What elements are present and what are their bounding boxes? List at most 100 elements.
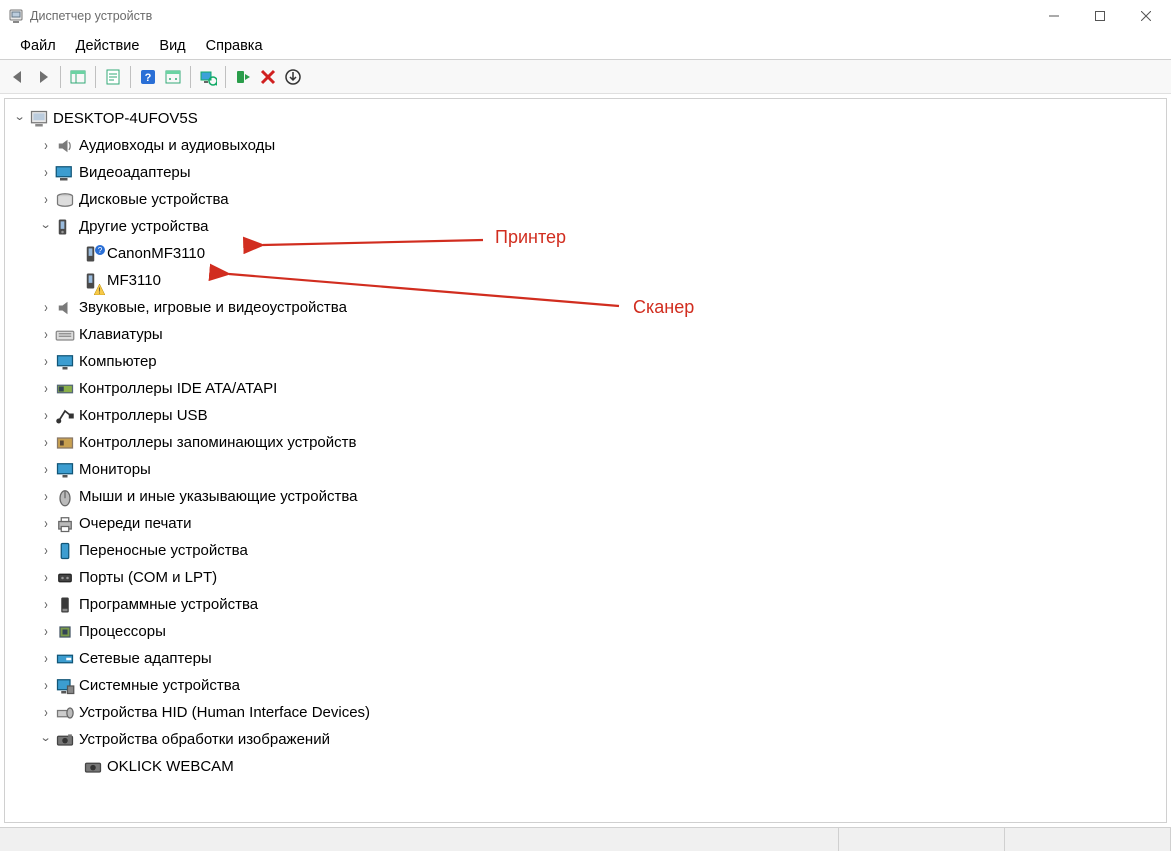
expand-icon[interactable] (37, 164, 55, 182)
tree-node-label: Процессоры (79, 623, 166, 640)
enable-device-button[interactable] (231, 65, 255, 89)
help-button[interactable]: ? (136, 65, 160, 89)
expand-icon[interactable] (37, 353, 55, 371)
tree-device-canonmf3110[interactable]: ? CanonMF3110 (9, 240, 1166, 267)
expand-icon[interactable] (37, 569, 55, 587)
expand-icon[interactable] (37, 191, 55, 209)
expand-icon (65, 245, 83, 263)
tree-node-label: Переносные устройства (79, 542, 248, 559)
expand-icon[interactable] (37, 488, 55, 506)
tree-node-label: Очереди печати (79, 515, 192, 532)
unknown-device-icon: ? (83, 244, 103, 264)
tree-node-label: Устройства HID (Human Interface Devices) (79, 704, 370, 721)
expand-icon[interactable] (37, 380, 55, 398)
tree-device-mf3110[interactable]: ! MF3110 (9, 267, 1166, 294)
speaker-icon (55, 136, 75, 156)
unknown-device-icon: ! (83, 271, 103, 291)
device-tree[interactable]: DESKTOP-4UFOV5S Аудиовходы и аудиовыходы… (4, 98, 1167, 823)
svg-text:?: ? (98, 246, 103, 255)
expand-icon[interactable] (37, 326, 55, 344)
tree-node-label: Мыши и иные указывающие устройства (79, 488, 357, 505)
tree-category-network[interactable]: Сетевые адаптеры (9, 645, 1166, 672)
tree-category-storage[interactable]: Контроллеры запоминающих устройств (9, 429, 1166, 456)
expand-icon[interactable] (37, 677, 55, 695)
tree-node-label: Контроллеры запоминающих устройств (79, 434, 356, 451)
menu-view[interactable]: Вид (149, 35, 195, 57)
expand-icon[interactable] (37, 515, 55, 533)
tree-category-mice[interactable]: Мыши и иные указывающие устройства (9, 483, 1166, 510)
expand-icon[interactable] (37, 218, 55, 236)
back-button[interactable] (6, 65, 30, 89)
tree-category-system[interactable]: Системные устройства (9, 672, 1166, 699)
tree-category-display[interactable]: Видеоадаптеры (9, 159, 1166, 186)
menubar: Файл Действие Вид Справка (0, 32, 1171, 60)
tree-node-label: Сетевые адаптеры (79, 650, 212, 667)
tree-category-software[interactable]: Программные устройства (9, 591, 1166, 618)
annotation-printer-label: Принтер (495, 227, 566, 248)
expand-icon[interactable] (37, 596, 55, 614)
monitor-icon (55, 352, 75, 372)
expand-icon[interactable] (37, 407, 55, 425)
expand-icon[interactable] (37, 461, 55, 479)
webcam-icon (83, 757, 103, 777)
tree-node-label: Программные устройства (79, 596, 258, 613)
imaging-device-icon (55, 730, 75, 750)
computer-icon (29, 109, 49, 129)
mouse-icon (55, 487, 75, 507)
close-button[interactable] (1123, 1, 1169, 31)
forward-button[interactable] (31, 65, 55, 89)
show-hide-tree-button[interactable] (66, 65, 90, 89)
uninstall-device-button[interactable] (256, 65, 280, 89)
expand-icon[interactable] (37, 731, 55, 749)
tree-root-node[interactable]: DESKTOP-4UFOV5S (9, 105, 1166, 132)
expand-icon[interactable] (37, 434, 55, 452)
tree-device-oklick-webcam[interactable]: OKLICK WEBCAM (9, 753, 1166, 780)
tree-category-hid[interactable]: Устройства HID (Human Interface Devices) (9, 699, 1166, 726)
svg-text:!: ! (98, 286, 100, 295)
tree-category-imaging[interactable]: Устройства обработки изображений (9, 726, 1166, 753)
tree-node-label: Видеоадаптеры (79, 164, 191, 181)
tree-category-ports[interactable]: Порты (COM и LPT) (9, 564, 1166, 591)
tree-category-printqueues[interactable]: Очереди печати (9, 510, 1166, 537)
tree-category-other[interactable]: Другие устройства (9, 213, 1166, 240)
expand-icon[interactable] (37, 137, 55, 155)
scan-hardware-button[interactable] (196, 65, 220, 89)
action-console-button[interactable] (161, 65, 185, 89)
tree-category-keyboards[interactable]: Клавиатуры (9, 321, 1166, 348)
tree-category-processors[interactable]: Процессоры (9, 618, 1166, 645)
minimize-button[interactable] (1031, 1, 1077, 31)
tree-category-monitors[interactable]: Мониторы (9, 456, 1166, 483)
display-adapter-icon (55, 163, 75, 183)
menu-help[interactable]: Справка (196, 35, 273, 57)
software-device-icon (55, 595, 75, 615)
expand-icon[interactable] (37, 704, 55, 722)
device-manager-window: Диспетчер устройств Файл Действие Вид Сп… (0, 0, 1171, 851)
tree-node-label: MF3110 (107, 272, 161, 289)
expand-icon[interactable] (37, 623, 55, 641)
update-driver-button[interactable] (281, 65, 305, 89)
tree-category-ide[interactable]: Контроллеры IDE ATA/ATAPI (9, 375, 1166, 402)
tree-node-label: Устройства обработки изображений (79, 731, 330, 748)
tree-category-disk[interactable]: Дисковые устройства (9, 186, 1166, 213)
maximize-button[interactable] (1077, 1, 1123, 31)
monitor-icon (55, 460, 75, 480)
properties-button[interactable] (101, 65, 125, 89)
sound-icon (55, 298, 75, 318)
toolbar: ? (0, 60, 1171, 94)
expand-icon[interactable] (37, 299, 55, 317)
tree-category-audio[interactable]: Аудиовходы и аудиовыходы (9, 132, 1166, 159)
menu-action[interactable]: Действие (66, 35, 150, 57)
tree-category-portable[interactable]: Переносные устройства (9, 537, 1166, 564)
annotation-scanner-label: Сканер (633, 297, 694, 318)
tree-node-label: Клавиатуры (79, 326, 163, 343)
content-area: DESKTOP-4UFOV5S Аудиовходы и аудиовыходы… (0, 94, 1171, 827)
expand-icon[interactable] (37, 542, 55, 560)
expand-icon[interactable] (37, 650, 55, 668)
tree-category-sound[interactable]: Звуковые, игровые и видеоустройства (9, 294, 1166, 321)
menu-file[interactable]: Файл (10, 35, 66, 57)
ide-controller-icon (55, 379, 75, 399)
expand-icon[interactable] (11, 110, 29, 128)
tree-node-label: CanonMF3110 (107, 245, 205, 262)
tree-category-computer[interactable]: Компьютер (9, 348, 1166, 375)
tree-category-usb[interactable]: Контроллеры USB (9, 402, 1166, 429)
